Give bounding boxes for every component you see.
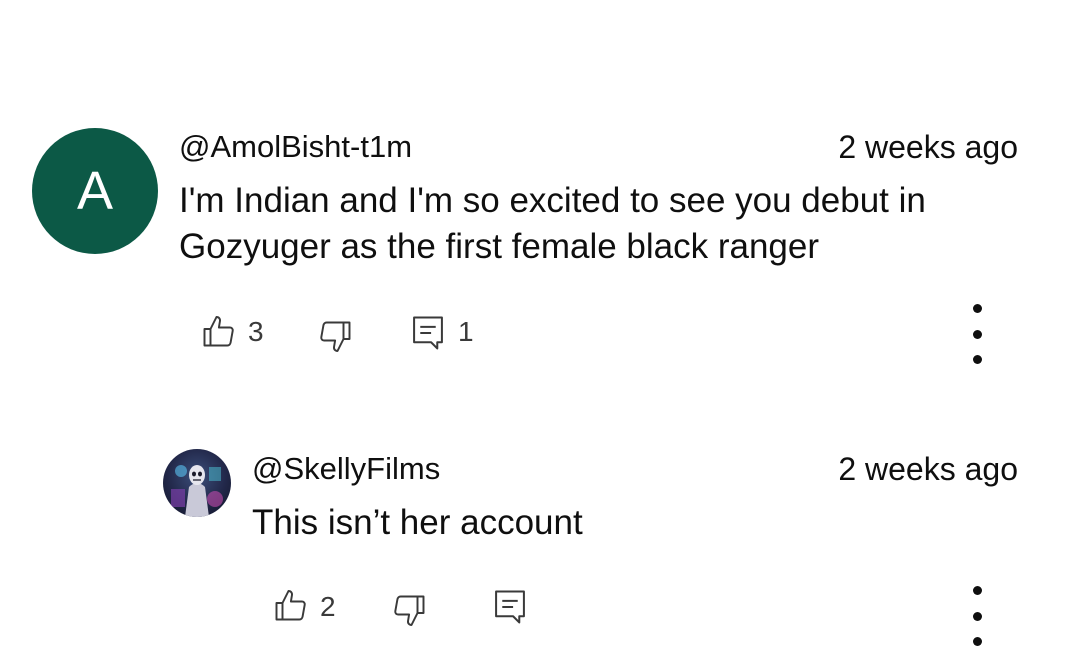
thumbs-up-icon[interactable] bbox=[200, 314, 236, 350]
avatar[interactable] bbox=[163, 449, 231, 517]
avatar-letter: A bbox=[76, 161, 114, 221]
more-vertical-icon[interactable] bbox=[967, 304, 987, 364]
comment-author[interactable]: @AmolBisht-t1m bbox=[179, 129, 412, 165]
avatar[interactable]: A bbox=[32, 128, 158, 254]
thumbs-down-icon[interactable] bbox=[392, 592, 428, 628]
comment-text-line: I'm Indian and I'm so excited to see you… bbox=[179, 181, 926, 220]
comment-text: I'm Indian and I'm so excited to see you… bbox=[179, 178, 1039, 270]
comment-thread: A @AmolBisht-t1m 2 weeks ago I'm Indian … bbox=[0, 0, 1080, 661]
more-vertical-icon[interactable] bbox=[967, 586, 987, 646]
like-count: 2 bbox=[320, 591, 336, 622]
reply-icon[interactable] bbox=[493, 588, 527, 626]
reply-icon[interactable] bbox=[411, 314, 445, 352]
comment-timestamp: 2 weeks ago bbox=[838, 451, 1018, 487]
comment-author[interactable]: @SkellyFilms bbox=[252, 451, 440, 487]
like-count: 3 bbox=[248, 316, 264, 347]
comment-text-line: Gozyuger as the first female black range… bbox=[179, 227, 820, 266]
comment-text: This isn’t her account bbox=[252, 503, 583, 542]
thumbs-up-icon[interactable] bbox=[272, 588, 308, 624]
reply-count: 1 bbox=[458, 316, 474, 347]
thumbs-down-icon[interactable] bbox=[318, 318, 354, 354]
comment-timestamp: 2 weeks ago bbox=[838, 129, 1018, 165]
